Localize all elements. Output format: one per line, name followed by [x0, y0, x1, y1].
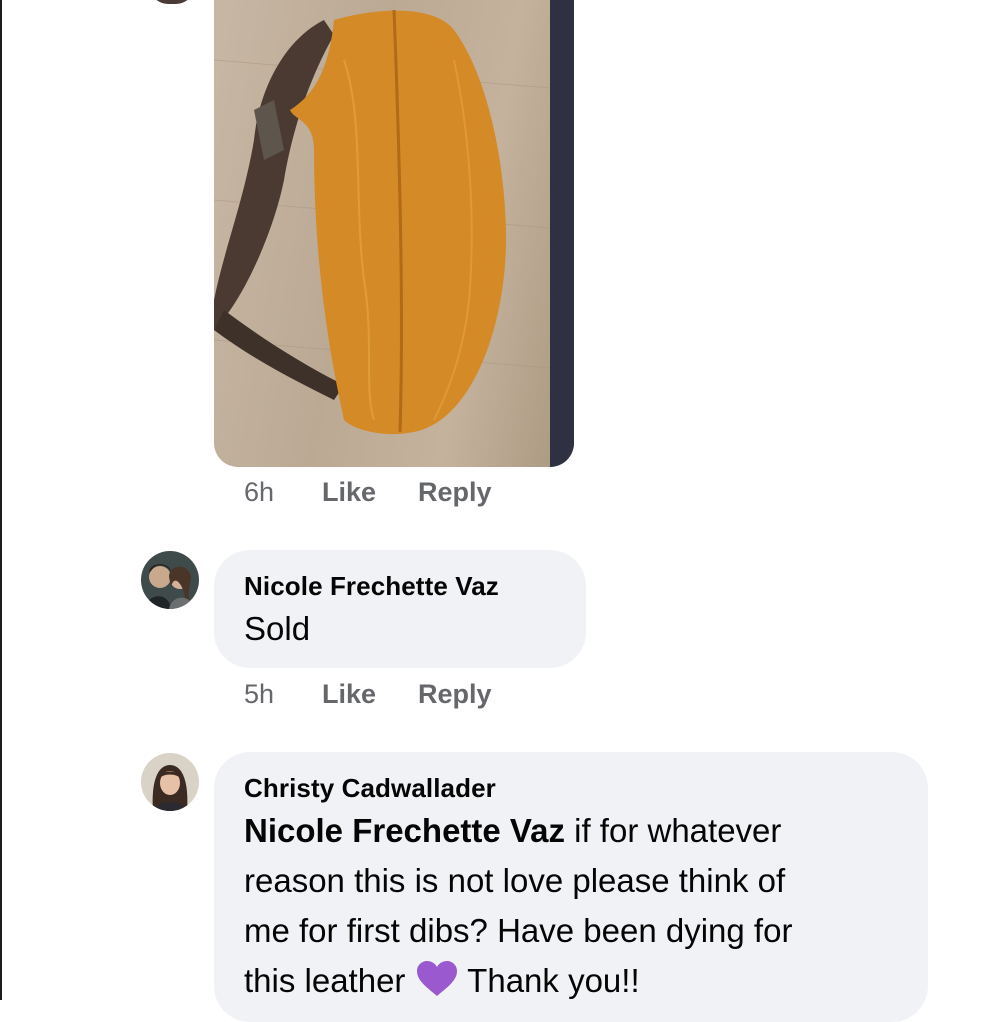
like-button[interactable]: Like — [322, 477, 376, 508]
comment-photo-attachment[interactable] — [214, 0, 574, 467]
reply-button[interactable]: Reply — [418, 477, 492, 508]
left-border — [0, 0, 2, 1000]
mention-link[interactable]: Nicole Frechette Vaz — [244, 812, 565, 849]
avatar-photo — [141, 551, 199, 609]
comment-text: Sold — [244, 610, 311, 647]
timestamp: 6h — [244, 477, 275, 507]
avatar[interactable] — [141, 753, 199, 811]
comment-meta: 6h Like Reply — [244, 477, 534, 508]
comment-author[interactable]: Nicole Frechette Vaz — [244, 568, 556, 604]
comment-author[interactable]: Christy Cadwallader — [244, 770, 898, 806]
comment-meta: 5h Like Reply — [244, 679, 534, 710]
avatar-photo — [141, 753, 199, 811]
purple-heart-icon — [415, 960, 459, 1012]
comment-text-tail: Thank you!! — [458, 962, 640, 999]
timestamp: 5h — [244, 679, 275, 709]
comment-text: Nicole Frechette Vaz if for whatever rea… — [244, 806, 898, 1012]
comment-text-line: me for first dibs? Have been dying for — [244, 912, 793, 949]
avatar[interactable] — [141, 551, 199, 609]
like-button[interactable]: Like — [322, 679, 376, 710]
comment-text-line: if for whatever — [564, 812, 782, 849]
comment-bubble: Christy Cadwallader Nicole Frechette Vaz… — [214, 752, 928, 1022]
reply-button[interactable]: Reply — [418, 679, 492, 710]
comment-text-line: reason this is not love please think of — [244, 862, 786, 899]
comment-text-line: this leather — [244, 962, 406, 999]
leather-bag-image — [214, 0, 574, 467]
comment-bubble: Nicole Frechette Vaz Sold — [214, 550, 586, 668]
previous-avatar-edge — [150, 0, 194, 4]
